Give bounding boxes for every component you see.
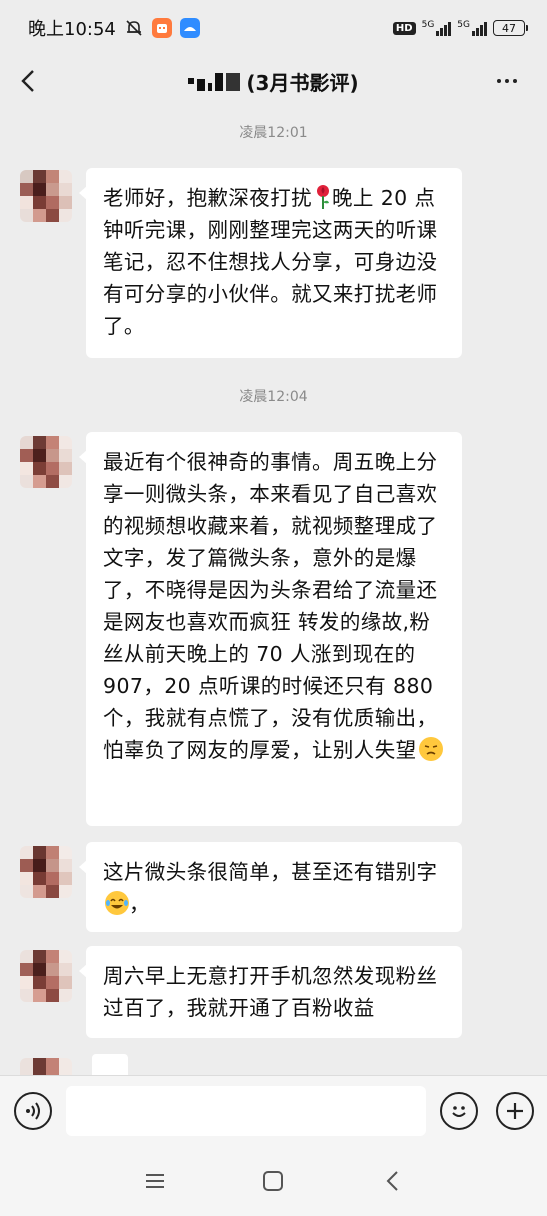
timestamp: 凌晨12:04 (239, 389, 308, 405)
voice-button[interactable] (14, 1092, 52, 1130)
worried-face-emoji (418, 737, 443, 761)
avatar[interactable] (20, 846, 72, 898)
blue-app-icon (179, 18, 200, 38)
orange-app-icon (151, 18, 172, 38)
message-bubble[interactable]: 老师好，抱歉深夜打扰 晚上 20 点钟听完课，刚刚整理完这两天的听课笔记，忍不住想… (79, 168, 462, 358)
voice-icon (26, 1102, 40, 1120)
more-actions-button[interactable] (496, 1092, 534, 1130)
status-left: 晚上10:54 (28, 15, 200, 41)
message-input[interactable] (66, 1086, 426, 1136)
message-text: 最近有个很神奇的事情。周五晚上分享一则微头条，本来看见了自己喜欢的视频想收藏来着… (103, 450, 438, 762)
network-label: 5G (421, 20, 435, 30)
message-text-continued: ， (129, 892, 150, 916)
hd-badge: HD (392, 21, 416, 35)
network-label: 5G (457, 20, 470, 30)
chat-title: (3月书影评) (188, 67, 359, 96)
chat-title-text: (3月书影评) (246, 70, 359, 95)
signal-icon: 5G (457, 20, 487, 36)
message-bubble[interactable] (92, 1054, 128, 1075)
nav-back-button[interactable] (378, 1167, 408, 1195)
smiley-icon (452, 1106, 466, 1117)
status-time: 晚上10:54 (28, 19, 116, 40)
home-button[interactable] (258, 1167, 288, 1195)
menu-icon (146, 1174, 164, 1188)
battery-level: 47 (502, 21, 516, 35)
message-bubble[interactable]: 周六早上无意打开手机忽然发现粉丝过百了，我就开通了百粉收益 (79, 946, 462, 1038)
status-right: HD 5G 5G 47 (392, 20, 528, 36)
tears-of-joy-emoji (105, 891, 129, 915)
mute-bell-icon (124, 18, 144, 38)
menu-button[interactable] (140, 1167, 170, 1195)
chevron-left-icon (21, 70, 34, 92)
message-bubble[interactable]: 最近有个很神奇的事情。周五晚上分享一则微头条，本来看见了自己喜欢的视频想收藏来着… (79, 432, 462, 826)
emoji-button[interactable] (440, 1092, 478, 1130)
avatar[interactable] (20, 436, 72, 488)
message-text: 这片微头条很简单，甚至还有错别字 (103, 860, 438, 884)
back-icon (386, 1171, 398, 1191)
battery-icon: 47 (493, 20, 528, 36)
more-dots-icon (497, 79, 501, 83)
message-bubble[interactable]: 这片微头条很简单，甚至还有错别字 ， (79, 842, 462, 932)
more-button[interactable] (489, 66, 525, 96)
avatar[interactable] (20, 950, 72, 1002)
message-text: 周六早上无意打开手机忽然发现粉丝过百了，我就开通了百粉收益 (103, 964, 438, 1020)
redacted-name (188, 71, 241, 91)
plus-icon (507, 1103, 523, 1119)
avatar[interactable] (20, 170, 72, 222)
system-navigation (0, 1145, 547, 1216)
status-bar: 晚上10:54 HD 5G 5G 47 (0, 0, 547, 56)
timestamp: 凌晨12:01 (239, 125, 308, 141)
chat-screen: 晚上10:54 HD 5G 5G 47 (3月书影评) 凌晨12:01 老师好，… (0, 0, 547, 1216)
back-button[interactable] (14, 66, 42, 96)
home-icon (263, 1171, 283, 1191)
message-text: 老师好，抱歉深夜打扰 (103, 186, 312, 210)
input-bar (0, 1075, 547, 1145)
signal-icon: 5G (422, 20, 452, 36)
rose-emoji (314, 184, 332, 210)
avatar[interactable] (20, 1058, 72, 1075)
chat-header: (3月书影评) (0, 56, 547, 106)
